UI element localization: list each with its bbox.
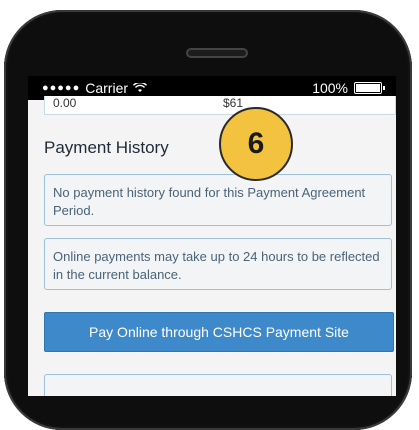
next-info-box — [44, 374, 392, 396]
app-screen: ●●●●● Carrier 100% 0.00 $61 Payment Hist… — [28, 76, 396, 396]
phone-speaker — [186, 48, 248, 58]
online-payment-delay-message: Online payments may take up to 24 hours … — [44, 238, 392, 290]
previous-table-row: 0.00 $61 — [44, 96, 396, 115]
pay-online-button[interactable]: Pay Online through CSHCS Payment Site — [44, 312, 394, 352]
previous-row-right-value: $61 — [223, 96, 244, 110]
no-history-message: No payment history found for this Paymen… — [44, 174, 392, 226]
battery-icon — [354, 82, 385, 94]
wifi-icon — [133, 83, 148, 92]
phone-frame: ●●●●● Carrier 100% 0.00 $61 Payment Hist… — [4, 10, 412, 430]
section-title: Payment History — [44, 138, 169, 157]
callout-number-badge: 6 — [219, 107, 293, 181]
previous-row-left-value: 0.00 — [53, 96, 77, 110]
